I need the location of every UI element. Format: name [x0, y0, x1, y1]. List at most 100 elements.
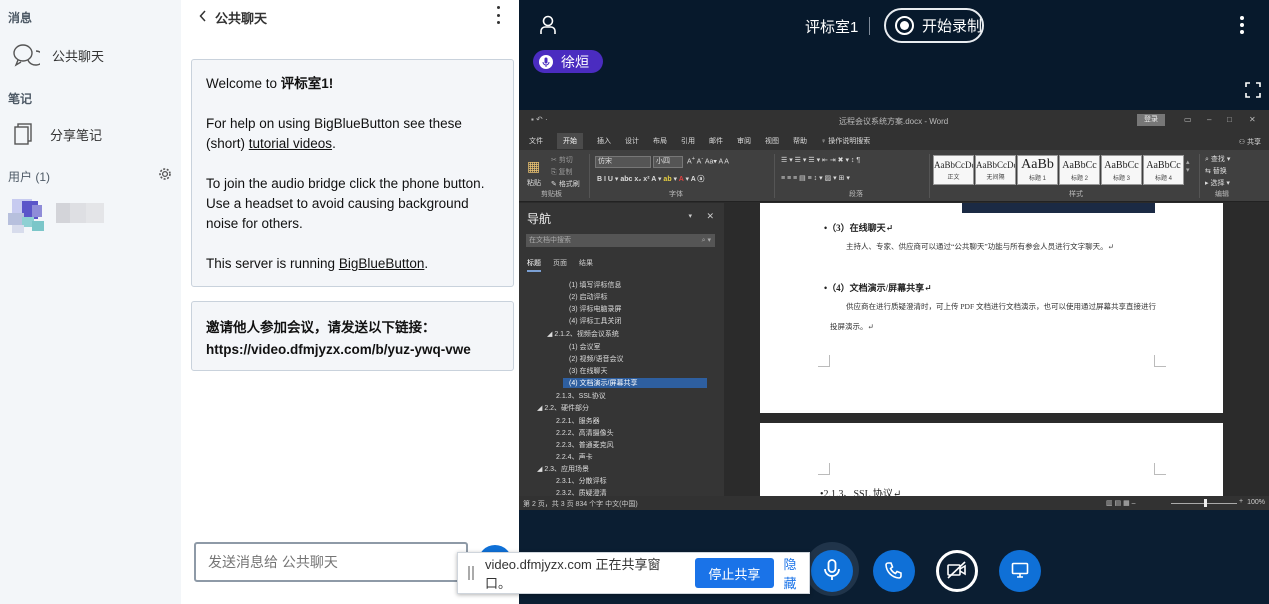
navigation-pane: 导航 ▾ ✕ 在文档中搜索 ⌕ ▾ 标题 页面 结果 (1) 填写评标信息 (2)… — [519, 203, 724, 497]
nav-item-selected: (4) 文档演示/屏幕共享 — [563, 378, 707, 388]
invite-message: 邀请他人参加会议，请发送以下链接： https://video.dfmjyzx.… — [191, 301, 514, 371]
document-page: •2.1.3、SSL 协议↵ — [760, 423, 1223, 503]
screenshot-thumbnail — [962, 203, 1155, 213]
doc-paragraph: 供应商在进行质疑澄清时，可上传 PDF 文档进行文档演示，也可以使用通过屏幕共享… — [830, 302, 1157, 331]
replace-label: ⇆ 替换 — [1205, 168, 1227, 175]
word-ribbon: ▦ 粘贴 ✂ 剪切 ⎘ 复制 ✎ 格式刷 剪贴板 仿宋 小四 A+ A- Aa▾… — [519, 150, 1269, 202]
font-group-label: 字体 — [669, 191, 683, 198]
crop-mark — [1154, 463, 1166, 475]
nav-item: (2) 视频/语音会议 — [569, 356, 624, 363]
styles-group-label: 样式 — [1069, 191, 1083, 198]
align-buttons: ≡ ≡ ≡ ▤ ≡ ↕ ▾ ▨ ▾ ⊞ ▾ — [781, 175, 850, 182]
doc-heading-screen-share: •（4）文档演示/屏幕共享↵ — [824, 283, 932, 293]
nav-tab-results: 结果 — [579, 260, 593, 267]
word-document-title: 远程会议系统方案.docx - Word — [839, 117, 949, 126]
nav-item: ◢ 2.1.2、视频会议系统 — [547, 331, 619, 338]
nav-item: 2.2.4、声卡 — [556, 454, 593, 461]
chat-options-icon[interactable] — [495, 6, 501, 24]
find-label: ⌕ 查找 ▾ — [1205, 156, 1231, 163]
share-camera-button[interactable] — [936, 550, 978, 592]
editing-group-label: 编辑 — [1215, 191, 1229, 198]
talking-indicator: 徐烜 — [533, 50, 603, 73]
public-chat-item[interactable]: 公共聊天 — [12, 43, 104, 67]
user-name-blurred[interactable] — [56, 203, 104, 223]
share-screen-button[interactable] — [999, 550, 1041, 592]
fullscreen-icon[interactable] — [1245, 82, 1261, 103]
menu-file: 文件 — [529, 138, 543, 145]
chat-message-input[interactable] — [194, 542, 468, 582]
notes-icon — [12, 122, 38, 146]
chevron-left-icon[interactable] — [199, 10, 207, 25]
nav-item: (4) 评标工具关闭 — [569, 318, 622, 325]
word-status-text: 第 2 页，共 3 页 834 个字 中文(中国) — [523, 501, 638, 508]
style-heading-4: AaBbCc 标题 4 — [1143, 155, 1184, 185]
menu-view: 视图 — [765, 138, 779, 145]
divider — [869, 17, 870, 35]
avatar[interactable] — [8, 195, 44, 235]
doc-paragraph: 主持人、专家、供应商可以通过“公共聊天”功能与所有参会人员进行文字聊天。↵ — [846, 242, 1114, 251]
nav-dropdown-icon: ▾ — [688, 213, 692, 220]
chat-title: 公共聊天 — [215, 11, 268, 26]
invite-url[interactable]: https://video.dfmjyzx.com/b/yuz-ywq-vwe — [206, 340, 499, 360]
list-buttons: ☰ ▾ ☰ ▾ ☰ ▾ ⇤ ⇥ ✖ ▾ ↕ ¶ — [781, 157, 861, 164]
camera-off-icon — [946, 560, 968, 582]
nav-item: (1) 会议室 — [569, 344, 601, 351]
crop-mark — [818, 463, 830, 475]
nav-item: 2.2.1、服务器 — [556, 418, 600, 425]
server-line: This server is running BigBlueButton. — [206, 256, 429, 271]
welcome-message: Welcome to 评标室1! For help on using BigBl… — [191, 59, 514, 287]
start-recording-button[interactable]: 开始录制 — [884, 8, 984, 43]
gear-icon[interactable] — [158, 167, 172, 186]
notes-section-title: 笔记 — [8, 92, 33, 106]
user-icon[interactable] — [539, 15, 557, 40]
word-status-bar: 第 2 页，共 3 页 834 个字 中文(中国) ▥ ▤ ▦ – + 100% — [519, 496, 1269, 510]
ribbon-separator — [1199, 154, 1200, 198]
zoom-knob — [1204, 499, 1207, 507]
crop-mark — [818, 355, 830, 367]
more-options-icon[interactable] — [1239, 16, 1245, 34]
word-menu-bar: 文件 开始 插入 设计 布局 引用 邮件 审阅 视图 帮助 ♀ 操作说明搜索 ⚇… — [519, 132, 1269, 150]
chat-bubbles-icon — [12, 43, 40, 67]
menu-help: 帮助 — [793, 138, 807, 145]
screen-share-notification: video.dfmjyzx.com 正在共享窗口。 停止共享 隐藏 — [457, 552, 810, 594]
record-label: 开始录制 — [922, 18, 983, 35]
phone-icon — [885, 561, 903, 582]
chat-header[interactable]: 公共聊天 — [199, 8, 267, 27]
tutorial-videos-link[interactable]: tutorial videos — [249, 136, 332, 151]
style-heading-3: AaBbCc 标题 3 — [1101, 155, 1142, 185]
mute-button[interactable] — [811, 550, 853, 592]
copy-label: ⎘ 复制 — [551, 169, 573, 176]
word-login: 登录 — [1137, 114, 1165, 126]
chat-panel: 公共聊天 Welcome to 评标室1! For help on using … — [181, 0, 519, 604]
menu-home: 开始 — [557, 133, 583, 149]
nav-tab-pages: 页面 — [553, 260, 567, 267]
crop-mark — [1154, 355, 1166, 367]
leave-audio-button[interactable] — [873, 550, 915, 592]
nav-item: 2.2.2、高清摄像头 — [556, 430, 614, 437]
font-format-buttons: B I U ▾ abc x₂ x² A ▾ ab ▾ A ▾ A ⓐ — [597, 176, 705, 183]
nav-search-box: 在文档中搜索 ⌕ ▾ — [526, 234, 715, 247]
nav-item: (3) 在线聊天 — [569, 368, 608, 375]
ribbon-options-icon: ▭ — [1184, 115, 1192, 124]
nav-item: 2.3.1、分散评标 — [556, 478, 607, 485]
clipboard-group-label: 剪贴板 — [541, 191, 562, 198]
nav-item: 2.2.3、普通麦克风 — [556, 442, 614, 449]
nav-item: ◢ 2.2、硬件部分 — [537, 405, 590, 412]
zoom-in-icon: + — [1239, 498, 1244, 505]
menu-references: 引用 — [681, 138, 695, 145]
close-icon: ✕ — [1249, 115, 1256, 124]
hide-link[interactable]: 隐藏 — [784, 554, 809, 592]
drag-handle-icon[interactable] — [468, 566, 474, 580]
stop-sharing-button[interactable]: 停止共享 — [695, 558, 774, 588]
zoom-level: 100% — [1247, 499, 1265, 506]
menu-insert: 插入 — [597, 138, 611, 145]
shared-notes-item[interactable]: 分享笔记 — [12, 122, 102, 146]
bigbluebutton-link[interactable]: BigBlueButton — [339, 256, 425, 271]
talker-name: 徐烜 — [561, 53, 589, 70]
users-section-title: 用户 (1) — [8, 170, 51, 184]
save-icon: ▪ ↶ · — [531, 115, 548, 124]
menu-layout: 布局 — [653, 138, 667, 145]
audio-help-text: To join the audio bridge click the phone… — [206, 176, 485, 231]
paste-label: 粘贴 — [527, 180, 541, 187]
microphone-icon — [539, 54, 553, 69]
